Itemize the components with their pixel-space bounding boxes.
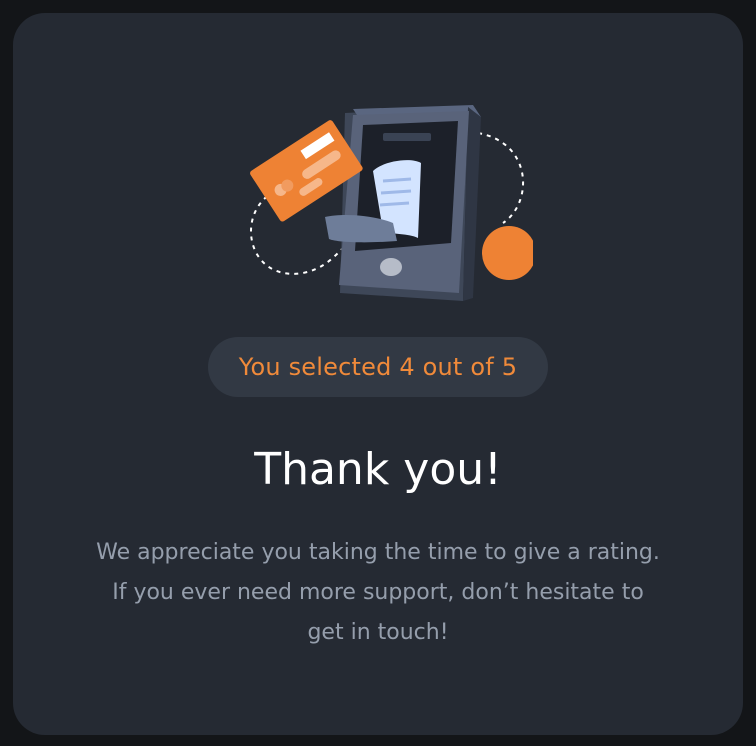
message-line-1: We appreciate you taking the time to giv… — [96, 540, 660, 565]
message-line-2: If you ever need more support, don’t hes… — [112, 580, 644, 605]
message-line-3: get in touch! — [307, 620, 449, 645]
thank-you-message: We appreciate you taking the time to giv… — [73, 533, 683, 653]
rating-badge-text: You selected 4 out of 5 — [238, 353, 518, 381]
payment-phone-illustration — [249, 105, 533, 301]
thank-you-title: Thank you! — [254, 444, 502, 495]
rating-badge: You selected 4 out of 5 — [208, 337, 548, 397]
thank-you-card: You selected 4 out of 5 Thank you! We ap… — [13, 13, 743, 735]
